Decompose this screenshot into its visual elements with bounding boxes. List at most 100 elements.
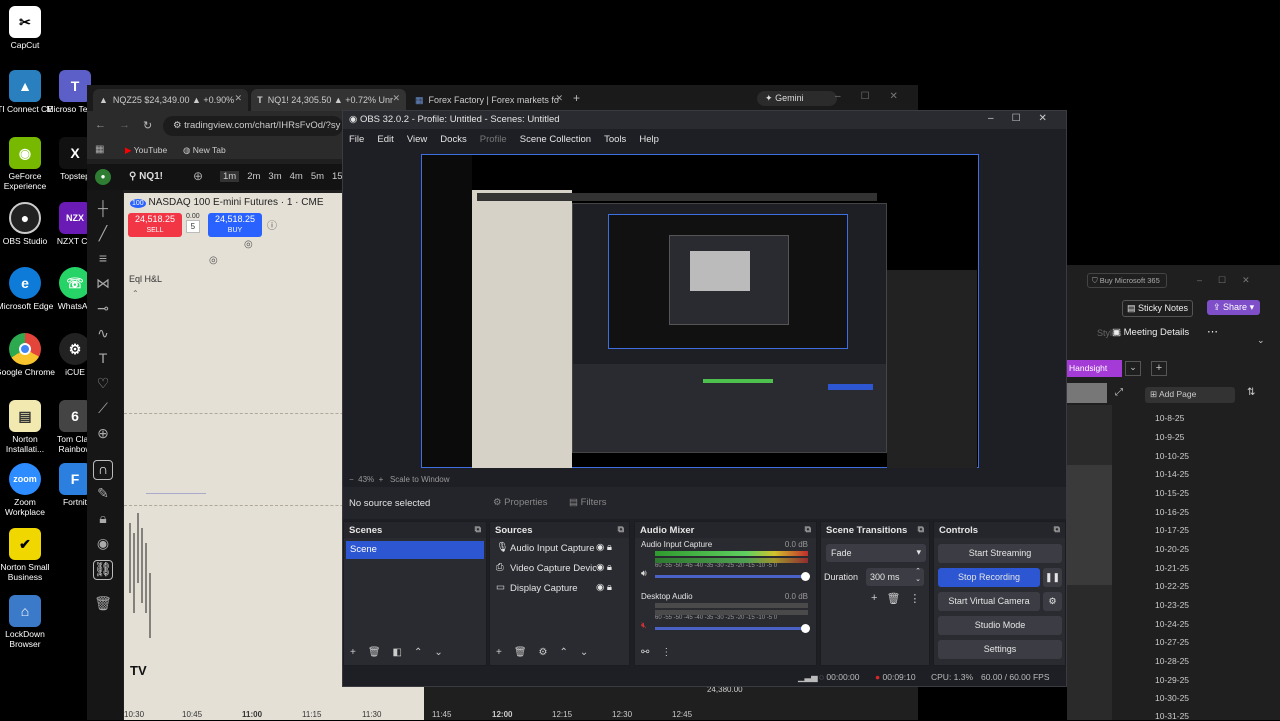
section-tab[interactable]: Handsight xyxy=(1067,360,1122,377)
dock-menu-icon[interactable]: ⧉ xyxy=(1054,524,1060,535)
page-item[interactable]: 10-16-25 xyxy=(1155,507,1189,517)
trash-icon[interactable]: 🗑︎ xyxy=(93,595,113,615)
close-icon[interactable]: ✕ xyxy=(392,93,400,104)
gear-icon[interactable]: ⚙ xyxy=(1043,592,1062,611)
hide-icon[interactable]: ◎ xyxy=(209,255,218,266)
tf-1m[interactable]: 1m xyxy=(220,171,240,182)
bookmark-new-tab[interactable]: ◍ New Tab xyxy=(183,145,226,156)
eye-icon[interactable]: ◉ 🔒︎ xyxy=(596,542,612,553)
page-item[interactable]: 10-23-25 xyxy=(1155,600,1189,610)
buy-m365-button[interactable]: ⛉ Buy Microsoft 365 xyxy=(1087,273,1167,288)
link-icon[interactable]: ⛓︎ xyxy=(93,560,113,580)
add-icon[interactable]: + xyxy=(496,647,502,658)
fib-icon[interactable]: ⋈ xyxy=(93,275,113,295)
page-item[interactable]: 10-29-25 xyxy=(1155,675,1189,685)
back-icon[interactable]: ← xyxy=(95,119,106,131)
page-item[interactable]: 10-21-25 xyxy=(1155,563,1189,573)
scene-item[interactable]: Scene xyxy=(346,541,484,559)
close-icon[interactable]: ✕ xyxy=(890,91,918,102)
buy-button[interactable]: 24,518.25 BUY xyxy=(208,213,262,237)
ruler-icon[interactable]: ⟋ xyxy=(93,400,113,420)
page-item[interactable]: 10-8-25 xyxy=(1155,413,1184,423)
tf-3m[interactable]: 3m xyxy=(268,171,281,182)
tab-nqz25[interactable]: ▲ NQZ25 $24,349.00 ▲ +0.90% ✕ xyxy=(93,89,248,111)
filters-button[interactable]: ▤ Filters xyxy=(569,497,607,508)
menu-view[interactable]: View xyxy=(407,134,427,145)
filter-icon[interactable]: ◧ xyxy=(393,647,402,658)
trash-icon[interactable]: 🗑︎ xyxy=(886,592,900,605)
add-section-icon[interactable]: + xyxy=(1151,361,1167,376)
add-icon[interactable]: + xyxy=(871,592,877,605)
pause-icon[interactable]: ❚❚ xyxy=(1043,568,1062,587)
tab-nq1[interactable]: 𝐓 NQ1! 24,305.50 ▲ +0.72% Unr ✕ xyxy=(251,89,406,111)
quantity-field[interactable]: 5 xyxy=(186,220,200,233)
page-item[interactable]: 10-20-25 xyxy=(1155,544,1189,554)
more-icon[interactable]: ⋯ xyxy=(1207,325,1218,338)
sort-icon[interactable]: ⇅ xyxy=(1247,387,1255,398)
lockdown-browser-icon[interactable]: ⌂ LockDown Browser xyxy=(0,595,55,649)
tab-forex-factory[interactable]: ▦ Forex Factory | Forex markets fo ✕ xyxy=(409,89,569,111)
trash-icon[interactable]: 🗑︎ xyxy=(514,647,527,658)
menu-help[interactable]: Help xyxy=(639,134,659,145)
source-item[interactable]: 🎙︎ Audio Input Capture ◉ 🔒︎ xyxy=(490,538,629,558)
menu-profile[interactable]: Profile xyxy=(480,134,507,145)
up-icon[interactable]: ⌃ xyxy=(414,647,422,658)
settings-button[interactable]: Settings xyxy=(938,640,1062,659)
reload-icon[interactable]: ↻ xyxy=(143,119,152,132)
eye-icon[interactable]: ◉ 🔒︎ xyxy=(596,582,612,593)
source-item[interactable]: ⎙ Video Capture Devic ◉ 🔒︎ xyxy=(490,558,629,578)
chevron-down-icon[interactable]: ⌄ xyxy=(1125,361,1141,376)
avatar[interactable]: ● xyxy=(95,169,111,185)
page-item[interactable]: 10-28-25 xyxy=(1155,656,1189,666)
start-streaming-button[interactable]: Start Streaming xyxy=(938,544,1062,563)
zoom-in-icon[interactable]: + xyxy=(379,475,384,484)
close-icon[interactable]: ✕ xyxy=(1242,275,1266,285)
dock-menu-icon[interactable]: ⧉ xyxy=(475,524,481,535)
stop-recording-button[interactable]: Stop Recording xyxy=(938,568,1040,587)
tf-4m[interactable]: 4m xyxy=(290,171,303,182)
add-symbol-icon[interactable]: ⊕ xyxy=(193,169,203,183)
gear-icon[interactable]: ⚙ xyxy=(539,647,548,658)
page-item[interactable]: 10-14-25 xyxy=(1155,469,1189,479)
menu-edit[interactable]: Edit xyxy=(377,134,393,145)
bookmark-youtube[interactable]: ▶ YouTube xyxy=(125,145,167,156)
page-item[interactable]: 10-10-25 xyxy=(1155,451,1189,461)
link-icon[interactable]: ⚯ xyxy=(641,647,649,658)
down-icon[interactable]: ⌄ xyxy=(580,647,588,658)
studio-mode-button[interactable]: Studio Mode xyxy=(938,616,1062,635)
page-item[interactable]: 10-27-25 xyxy=(1155,637,1189,647)
maximize-icon[interactable]: ☐ xyxy=(861,91,890,102)
volume-slider[interactable] xyxy=(655,572,810,581)
maximize-icon[interactable]: ☐ xyxy=(1012,113,1039,124)
page-item[interactable]: 10-15-25 xyxy=(1155,488,1189,498)
text-icon[interactable]: T xyxy=(93,350,113,370)
eye-icon[interactable]: ◉ xyxy=(93,535,113,555)
trendline-icon[interactable]: ╱ xyxy=(93,225,113,245)
more-icon[interactable]: ⋮ xyxy=(909,592,920,605)
symbol-search[interactable]: ⚲ NQ1! xyxy=(129,171,163,182)
share-button[interactable]: ⇪ Share ▾ xyxy=(1207,300,1261,315)
add-icon[interactable]: + xyxy=(350,647,356,658)
info-icon[interactable]: ⓘ xyxy=(267,217,277,232)
minimize-icon[interactable]: – xyxy=(988,113,1012,124)
norton-small-business-icon[interactable]: ✔ Norton Small Business xyxy=(0,528,55,582)
capcut-icon[interactable]: ✂ CapCut xyxy=(0,6,55,50)
minimize-icon[interactable]: – xyxy=(835,91,861,102)
dock-menu-icon[interactable]: ⧉ xyxy=(918,524,924,535)
page-item[interactable]: 10-24-25 xyxy=(1155,619,1189,629)
tf-2m[interactable]: 2m xyxy=(247,171,260,182)
heart-icon[interactable]: ♡ xyxy=(93,375,113,395)
zoom-icon[interactable]: ⊕ xyxy=(93,425,113,445)
menu-docks[interactable]: Docks xyxy=(440,134,466,145)
menu-scene-collection[interactable]: Scene Collection xyxy=(520,134,591,145)
sticky-notes-button[interactable]: ▤ Sticky Notes xyxy=(1122,300,1194,317)
volume-slider[interactable] xyxy=(655,624,810,633)
maximize-icon[interactable]: ☐ xyxy=(1218,275,1242,285)
new-tab-button[interactable]: + xyxy=(573,91,580,105)
stepper-icon[interactable]: ⌃ ⌄ xyxy=(915,568,921,584)
speaker-icon[interactable]: 🔊︎ xyxy=(641,568,647,579)
add-page-button[interactable]: ⊞ Add Page xyxy=(1145,387,1235,403)
scale-select[interactable]: Scale to Window xyxy=(390,475,450,484)
more-icon[interactable]: ⋮ xyxy=(661,647,671,658)
duration-field[interactable]: 300 ms ⌃ ⌄ xyxy=(866,568,924,586)
